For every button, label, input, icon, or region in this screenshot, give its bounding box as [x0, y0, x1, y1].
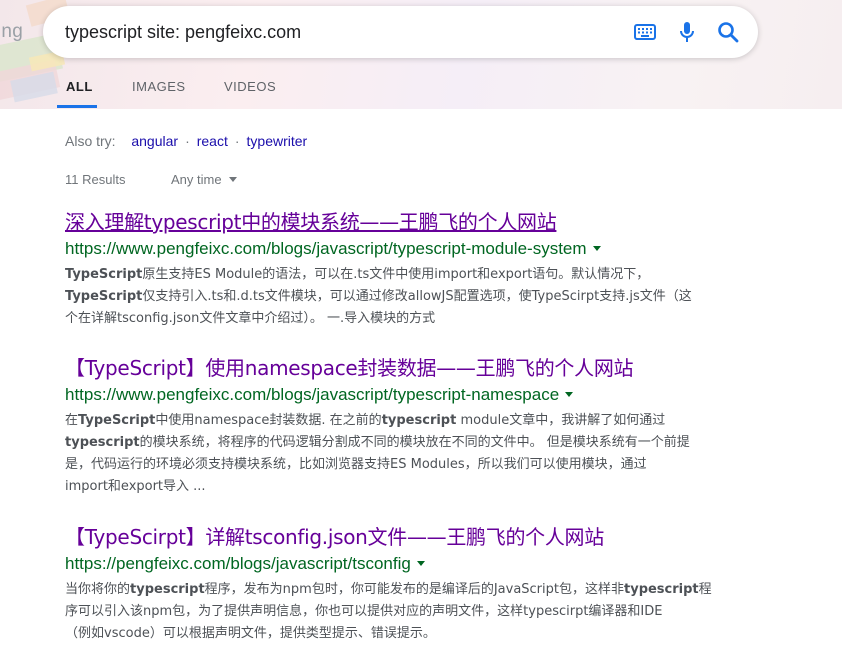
search-icon[interactable]	[716, 20, 740, 44]
snippet-text: （例如vscode）可以根据声明文件，提供类型提示、错误提示。	[65, 626, 436, 641]
result-title-link[interactable]: 【TypeScirpt】详解tsconfig.json文件——王鹏飞的个人网站	[65, 521, 604, 550]
time-filter-dropdown[interactable]: Any time	[171, 172, 237, 187]
snippet-text: 个在详解tsconfig.json文件文章中介绍过）。 一.导入模块的方式	[65, 311, 436, 326]
snippet-line: （例如vscode）可以根据声明文件，提供类型提示、错误提示。	[65, 623, 737, 645]
also-try-chip-react[interactable]: react	[197, 133, 228, 149]
snippet-keyword: typescript	[624, 582, 699, 597]
keyboard-icon[interactable]	[633, 20, 657, 44]
result-snippet: TypeScript原生支持ES Module的语法，可以在.ts文件中使用im…	[65, 264, 737, 330]
snippet-line: typescript的模块系统，将程序的代码逻辑分割成不同的模块放在不同的文件中…	[65, 432, 737, 454]
snippet-text: 是，代码运行的环境必须支持模块系统，比如浏览器支持ES Modules，所以我们…	[65, 457, 647, 472]
separator-dot: ·	[234, 133, 240, 149]
caret-down-icon	[228, 177, 237, 182]
snippet-text: 仅支持引入.ts和.d.ts文件模块，可以通过修改allowJS配置选项，使Ty…	[142, 289, 692, 304]
snippet-line: 个在详解tsconfig.json文件文章中介绍过）。 一.导入模块的方式	[65, 308, 737, 330]
also-try-row: Also try: angular · react · typewriter	[65, 133, 307, 149]
snippet-text: 在	[65, 413, 79, 428]
results-meta: 11 Results Any time	[65, 172, 237, 187]
snippet-line: TypeScript原生支持ES Module的语法，可以在.ts文件中使用im…	[65, 264, 737, 286]
search-box	[43, 6, 758, 58]
result-title-link[interactable]: 深入理解typescript中的模块系统——王鹏飞的个人网站	[65, 206, 557, 235]
snippet-text: 程序，发布为npm包时，你可能发布的是编译后的JavaScript包，这样非	[204, 582, 624, 597]
snippet-line: 在TypeScript中使用namespace封装数据. 在之前的typescr…	[65, 410, 737, 432]
snippet-line: import和export导入 ...	[65, 476, 737, 498]
result-url[interactable]: https://www.pengfeixc.com/blogs/javascri…	[65, 385, 745, 405]
snippet-line: 当你将你的typescript程序，发布为npm包时，你可能发布的是编译后的Ja…	[65, 579, 737, 601]
caret-down-icon[interactable]	[416, 561, 425, 566]
tab-videos[interactable]: VIDEOS	[214, 76, 286, 108]
snippet-keyword: typescript	[65, 435, 140, 450]
search-result: 深入理解typescript中的模块系统——王鹏飞的个人网站 https://w…	[65, 206, 745, 330]
search-result: 【TypeScript】使用namespace封装数据——王鹏飞的个人网站 ht…	[65, 352, 745, 498]
snippet-line: TypeScript仅支持引入.ts和.d.ts文件模块，可以通过修改allow…	[65, 286, 737, 308]
snippet-keyword: TypeScript	[78, 413, 156, 428]
snippet-text: 当你将你的	[65, 582, 131, 597]
result-snippet: 当你将你的typescript程序，发布为npm包时，你可能发布的是编译后的Ja…	[65, 579, 737, 645]
snippet-keyword: typescript	[130, 582, 205, 597]
tab-images[interactable]: IMAGES	[122, 76, 196, 108]
snippet-text: 的模块系统，将程序的代码逻辑分割成不同的模块放在不同的文件中。 但是模块系统有一…	[139, 435, 690, 450]
snippet-keyword: TypeScript	[65, 267, 143, 282]
result-url[interactable]: https://pengfeixc.com/blogs/javascript/t…	[65, 554, 745, 574]
snippet-text: 程	[698, 582, 712, 597]
also-try-chip-angular[interactable]: angular	[131, 133, 178, 149]
snippet-text: module文章中，我讲解了如何通过	[456, 413, 666, 428]
separator-dot: ·	[185, 133, 190, 149]
tab-label: IMAGES	[132, 79, 186, 94]
also-try-chip-typewriter[interactable]: typewriter	[247, 133, 308, 149]
also-try-label: Also try:	[65, 133, 116, 149]
caret-down-icon[interactable]	[565, 392, 574, 397]
result-url-text: https://pengfeixc.com/blogs/javascript/t…	[65, 554, 411, 573]
snippet-text: 中使用namespace封装数据. 在之前的	[155, 413, 382, 428]
mic-icon[interactable]	[675, 20, 699, 44]
result-url-text: https://www.pengfeixc.com/blogs/javascri…	[65, 239, 587, 258]
tab-label: VIDEOS	[224, 79, 277, 94]
snippet-keyword: TypeScript	[65, 289, 143, 304]
tab-label: ALL	[66, 79, 93, 94]
snippet-text: 序可以引入该npm包，为了提供声明信息，你也可以提供对应的声明文件，这样type…	[65, 604, 663, 619]
search-header: ing ALL	[0, 0, 842, 109]
caret-down-icon[interactable]	[592, 246, 601, 251]
result-title-link[interactable]: 【TypeScript】使用namespace封装数据——王鹏飞的个人网站	[65, 352, 634, 381]
result-url[interactable]: https://www.pengfeixc.com/blogs/javascri…	[65, 239, 745, 259]
snippet-keyword: typescript	[381, 413, 457, 428]
logo-fragment: ing	[0, 21, 23, 42]
snippet-text: 原生支持ES Module的语法，可以在.ts文件中使用import和expor…	[142, 267, 650, 282]
tab-all[interactable]: ALL	[56, 76, 103, 108]
search-input[interactable]	[65, 19, 585, 45]
snippet-line: 序可以引入该npm包，为了提供声明信息，你也可以提供对应的声明文件，这样type…	[65, 601, 737, 623]
snippet-line: 是，代码运行的环境必须支持模块系统，比如浏览器支持ES Modules，所以我们…	[65, 454, 737, 476]
result-url-text: https://www.pengfeixc.com/blogs/javascri…	[65, 385, 560, 404]
time-filter-label: Any time	[171, 172, 222, 187]
snippet-text: import和export导入 ...	[65, 479, 206, 494]
result-snippet: 在TypeScript中使用namespace封装数据. 在之前的typescr…	[65, 410, 737, 498]
results-count: 11 Results	[65, 172, 126, 187]
search-result: 【TypeScirpt】详解tsconfig.json文件——王鹏飞的个人网站 …	[65, 521, 745, 645]
